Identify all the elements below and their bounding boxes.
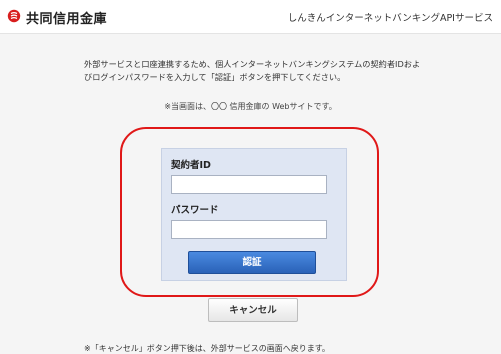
header-bar: 共同信用金庫 しんきんインターネットバンキングAPIサービス: [0, 0, 501, 34]
site-notice: ※当画面は、〇〇 信用金庫の Webサイトです。: [164, 102, 337, 111]
shinkin-logo-icon: [7, 9, 21, 23]
intro-line-2: びログインパスワードを入力して「認証」ボタンを押下してください。: [84, 72, 346, 82]
cancel-button[interactable]: キャンセル: [208, 298, 298, 322]
password-input[interactable]: [171, 220, 327, 239]
auth-button[interactable]: 認証: [188, 251, 316, 274]
password-label: パスワード: [171, 205, 219, 216]
intro-line-1: 外部サービスと口座連携するため、個人インターネットバンキングシステムの契約者ID…: [84, 59, 421, 69]
intro-text: 外部サービスと口座連携するため、個人インターネットバンキングシステムの契約者ID…: [84, 58, 484, 84]
contract-id-label: 契約者ID: [171, 160, 211, 171]
footer-note: ※「キャンセル」ボタン押下後は、外部サービスの画面へ戻ります。: [84, 344, 330, 353]
bank-name: 共同信用金庫: [26, 12, 108, 27]
contract-id-input[interactable]: [171, 175, 327, 194]
service-name: しんきんインターネットバンキングAPIサービス: [287, 13, 493, 24]
